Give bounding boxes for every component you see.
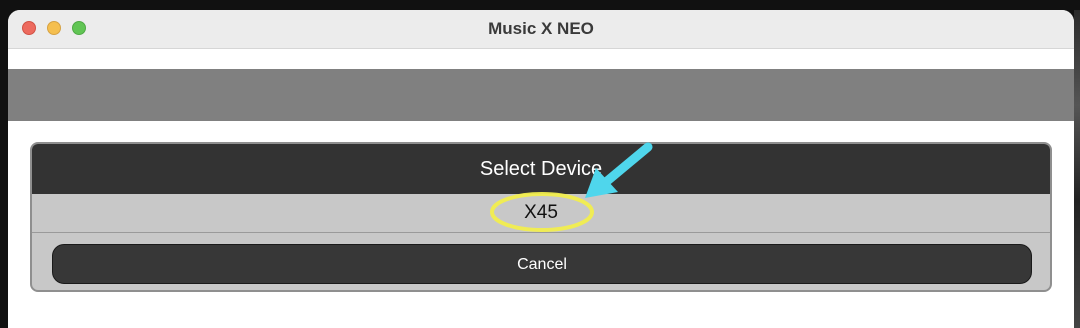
toolbar-band bbox=[8, 69, 1074, 121]
window-title: Music X NEO bbox=[488, 19, 594, 38]
device-option-x45[interactable]: X45 bbox=[32, 194, 1050, 233]
background-edge bbox=[1074, 10, 1080, 328]
cancel-button[interactable]: Cancel bbox=[52, 244, 1032, 284]
app-window: Music X NEO Select Device X45 Cancel bbox=[8, 10, 1074, 328]
dialog-title: Select Device bbox=[32, 144, 1050, 194]
title-bar: Music X NEO bbox=[8, 10, 1074, 49]
select-device-dialog: Select Device X45 Cancel bbox=[30, 142, 1052, 292]
